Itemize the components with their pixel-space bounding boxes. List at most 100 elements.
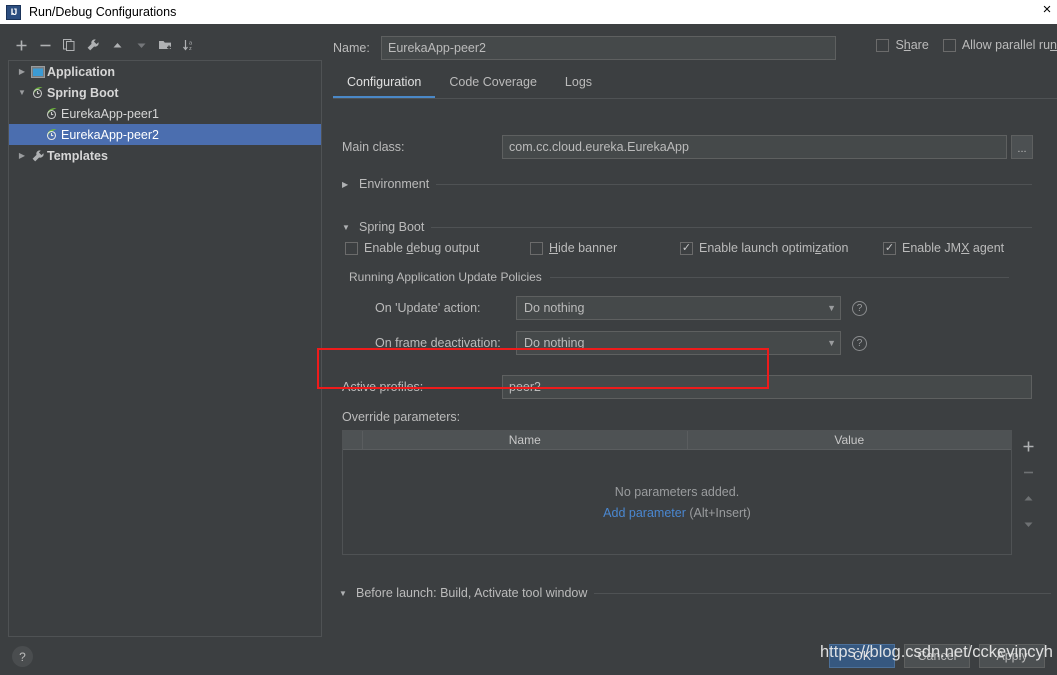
- add-configuration-button[interactable]: [10, 34, 32, 56]
- on-frame-deactivation-combobox[interactable]: Do nothing ▼: [516, 331, 841, 355]
- table-empty-body: No parameters added. Add parameter (Alt+…: [343, 450, 1011, 554]
- ok-button[interactable]: OK: [829, 644, 895, 668]
- group-divider: [431, 226, 1032, 228]
- tree-item-eurekaapp-peer2[interactable]: EurekaApp-peer2: [9, 124, 321, 145]
- spring-boot-options-row: Enable debug output Hide banner Enable l…: [345, 241, 1004, 255]
- add-parameter-link[interactable]: Add parameter: [603, 506, 686, 520]
- expand-arrow-icon[interactable]: ▶: [15, 67, 29, 76]
- tab-logs[interactable]: Logs: [551, 71, 606, 98]
- allow-parallel-run-checkbox[interactable]: Allow parallel run: [942, 38, 1057, 52]
- spring-boot-group-label: Spring Boot: [359, 220, 425, 234]
- edit-templates-button[interactable]: [82, 34, 104, 56]
- close-icon[interactable]: ×: [1039, 0, 1055, 20]
- add-parameter-shortcut-hint: (Alt+Insert): [689, 505, 751, 520]
- group-divider: [594, 592, 1051, 594]
- expand-arrow-icon[interactable]: ▶: [342, 180, 352, 189]
- add-parameter-button[interactable]: [1016, 433, 1040, 459]
- group-divider: [436, 183, 1032, 185]
- svg-text:z: z: [189, 46, 192, 52]
- table-header-value[interactable]: Value: [688, 431, 1012, 449]
- enable-jmx-agent-checkbox[interactable]: Enable JMX agent: [883, 241, 1004, 255]
- active-profiles-label: Active profiles:: [342, 380, 424, 394]
- allow-parallel-run-label: Allow parallel run: [961, 38, 1057, 52]
- application-icon: [29, 65, 47, 78]
- combobox-value: Do nothing: [524, 301, 585, 315]
- enable-debug-output-checkbox[interactable]: Enable debug output: [345, 241, 530, 255]
- on-frame-deactivation-row: On frame deactivation: Do nothing ▼ ?: [375, 331, 867, 355]
- editor-tabs: Configuration Code Coverage Logs: [333, 70, 1057, 98]
- on-frame-deactivation-help-icon[interactable]: ?: [852, 335, 867, 351]
- configuration-name-input[interactable]: [381, 36, 836, 60]
- intellij-logo-icon: IJ: [6, 4, 21, 20]
- move-down-button[interactable]: [130, 34, 152, 56]
- move-up-button[interactable]: [106, 34, 128, 56]
- browse-main-class-button[interactable]: ...: [1011, 135, 1033, 159]
- checkbox-box: [680, 241, 693, 255]
- before-launch-header[interactable]: ▼ Before launch: Build, Activate tool wi…: [339, 586, 1051, 600]
- configurations-tree[interactable]: ▶ Application ▼ Spring Boot EurekaApp-pe…: [8, 60, 322, 637]
- main-class-label: Main class:: [342, 140, 405, 154]
- move-parameter-up-button[interactable]: [1016, 485, 1040, 511]
- tree-item-label: Spring Boot: [47, 85, 119, 100]
- override-parameters-table[interactable]: Name Value No parameters added. Add para…: [342, 430, 1012, 555]
- tree-item-label: EurekaApp-peer2: [61, 127, 159, 142]
- dialog-footer: ? OK Cancel Apply: [0, 637, 1057, 675]
- update-policies-label: Running Application Update Policies: [349, 270, 542, 284]
- sort-alphabetically-button[interactable]: a z: [178, 34, 200, 56]
- on-frame-deactivation-label: On frame deactivation:: [375, 336, 501, 350]
- tree-item-spring-boot[interactable]: ▼ Spring Boot: [9, 82, 321, 103]
- tree-item-label: EurekaApp-peer1: [61, 106, 159, 121]
- configuration-editor-panel: Name: Share Allow parallel run Configura…: [333, 24, 1057, 637]
- empty-state-text: No parameters added.: [614, 484, 740, 499]
- update-policies-header: Running Application Update Policies: [349, 270, 1009, 284]
- apply-button[interactable]: Apply: [979, 644, 1045, 668]
- tab-code-coverage[interactable]: Code Coverage: [435, 71, 551, 98]
- configurations-panel: a z ▶ Application ▼ Spring Boot EurekaAp…: [0, 24, 330, 637]
- table-header-corner: [343, 431, 363, 449]
- active-profiles-input[interactable]: [502, 375, 1032, 399]
- hide-banner-checkbox[interactable]: Hide banner: [530, 241, 680, 255]
- checkbox-label: Enable launch optimization: [699, 241, 849, 255]
- environment-group-header[interactable]: ▶ Environment: [342, 177, 1032, 191]
- create-folder-button[interactable]: [154, 34, 176, 56]
- main-class-input[interactable]: [502, 135, 1007, 159]
- collapse-arrow-icon[interactable]: ▼: [339, 589, 349, 598]
- enable-launch-optimization-checkbox[interactable]: Enable launch optimization: [680, 241, 883, 255]
- on-update-action-help-icon[interactable]: ?: [852, 300, 867, 316]
- on-update-action-combobox[interactable]: Do nothing ▼: [516, 296, 841, 320]
- share-checkbox[interactable]: Share: [876, 38, 929, 52]
- active-profiles-row: Active profiles:: [342, 375, 1032, 399]
- table-header-name[interactable]: Name: [363, 431, 688, 449]
- override-parameters-label-row: Override parameters:: [342, 410, 460, 424]
- combobox-value: Do nothing: [524, 336, 585, 350]
- share-label: Share: [895, 38, 929, 52]
- wrench-icon: [29, 149, 47, 163]
- tree-item-label: Application: [47, 64, 116, 79]
- environment-group-label: Environment: [359, 177, 430, 191]
- remove-configuration-button[interactable]: [34, 34, 56, 56]
- dialog-action-buttons: OK Cancel Apply: [829, 644, 1045, 668]
- remove-parameter-button[interactable]: [1016, 459, 1040, 485]
- collapse-arrow-icon[interactable]: ▼: [15, 88, 29, 97]
- name-label: Name:: [333, 41, 370, 55]
- tree-item-templates[interactable]: ▶ Templates: [9, 145, 321, 166]
- expand-arrow-icon[interactable]: ▶: [15, 151, 29, 160]
- chevron-down-icon: ▼: [827, 303, 836, 313]
- cancel-button[interactable]: Cancel: [904, 644, 970, 668]
- tree-item-eurekaapp-peer1[interactable]: EurekaApp-peer1: [9, 103, 321, 124]
- copy-configuration-button[interactable]: [58, 34, 80, 56]
- spring-boot-icon: [43, 107, 61, 120]
- checkbox-label: Enable debug output: [364, 241, 480, 255]
- spring-boot-icon: [29, 86, 47, 99]
- tree-item-application[interactable]: ▶ Application: [9, 61, 321, 82]
- checkbox-box: [345, 241, 358, 255]
- configuration-tab-content: Main class: ... ▶ Environment ▼ Spring B…: [333, 99, 1057, 637]
- spring-boot-group-header[interactable]: ▼ Spring Boot: [342, 220, 1032, 234]
- help-button[interactable]: ?: [12, 646, 33, 667]
- collapse-arrow-icon[interactable]: ▼: [342, 223, 352, 232]
- run-debug-configurations-dialog: IJ Run/Debug Configurations × a z ▶ Appl…: [0, 0, 1057, 675]
- move-parameter-down-button[interactable]: [1016, 511, 1040, 537]
- configurations-toolbar: a z: [0, 32, 330, 58]
- checkbox-box: [883, 241, 896, 255]
- tab-configuration[interactable]: Configuration: [333, 71, 436, 98]
